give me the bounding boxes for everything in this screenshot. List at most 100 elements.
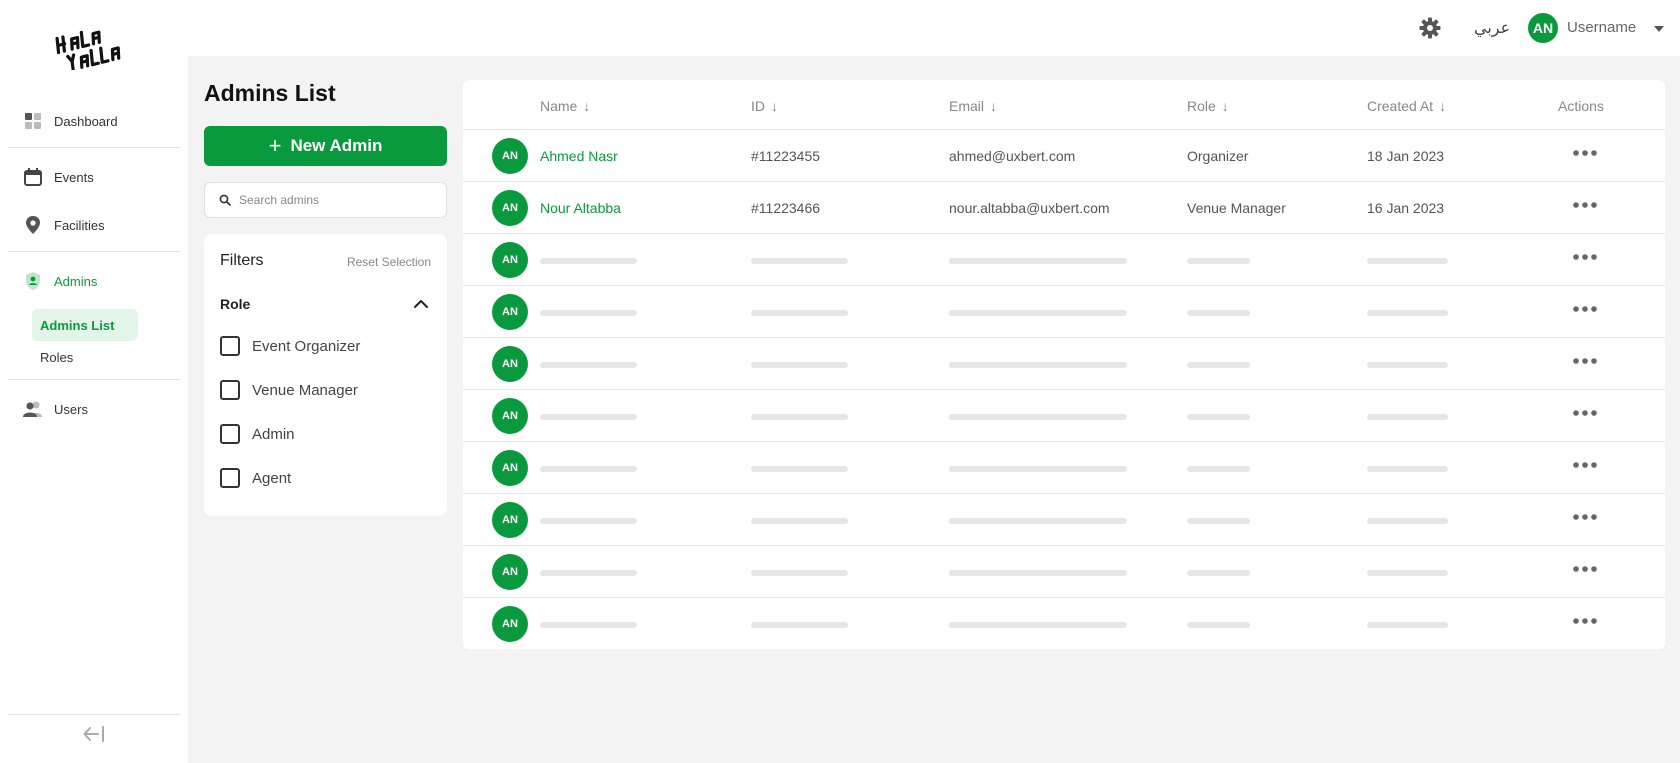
loading-placeholder xyxy=(1187,414,1250,420)
sidebar-item-users[interactable]: Users xyxy=(8,389,180,429)
hala-yalla-logo[interactable] xyxy=(52,22,134,70)
table-row[interactable]: AN xyxy=(463,597,1665,649)
loading-placeholder xyxy=(751,466,848,472)
more-options-icon[interactable] xyxy=(1571,562,1599,576)
avatar: AN xyxy=(492,242,528,278)
loading-placeholder xyxy=(1367,518,1448,524)
admin-email: nour.altabba@uxbert.com xyxy=(949,200,1110,216)
loading-placeholder xyxy=(751,570,848,576)
column-header-role[interactable]: Role ↓ xyxy=(1187,98,1229,114)
loading-placeholder xyxy=(949,622,1127,628)
chevron-down-icon[interactable] xyxy=(1654,26,1664,32)
filter-option-agent[interactable]: Agent xyxy=(220,468,291,488)
dashboard-icon xyxy=(22,110,44,132)
loading-placeholder xyxy=(540,570,637,576)
admins-table: Name ↓ ID ↓ Email ↓ Role ↓ Created At ↓ Actio… xyxy=(463,80,1665,649)
more-options-icon[interactable] xyxy=(1571,146,1599,160)
table-row[interactable]: AN xyxy=(463,389,1665,441)
sort-arrow-icon: ↓ xyxy=(583,98,591,114)
column-header-name[interactable]: Name ↓ xyxy=(540,98,590,114)
more-options-icon[interactable] xyxy=(1571,354,1599,368)
loading-placeholder xyxy=(1367,258,1448,264)
more-options-icon[interactable] xyxy=(1571,614,1599,628)
loading-placeholder xyxy=(1187,622,1250,628)
table-row[interactable]: AN xyxy=(463,441,1665,493)
more-options-icon[interactable] xyxy=(1571,510,1599,524)
plus-icon: + xyxy=(268,133,282,158)
table-row[interactable]: AN xyxy=(463,285,1665,337)
sidebar-item-facilities[interactable]: Facilities xyxy=(8,205,180,245)
checkbox[interactable] xyxy=(220,468,240,488)
language-switch[interactable]: عربي xyxy=(1474,18,1510,38)
sidebar-item-events[interactable]: Events xyxy=(8,157,180,197)
shield-user-icon xyxy=(22,270,44,292)
avatar[interactable]: AN xyxy=(1528,13,1558,43)
sidebar-item-label: Admins xyxy=(54,273,98,289)
checkbox[interactable] xyxy=(220,424,240,444)
filter-option-label: Admin xyxy=(252,425,295,443)
loading-placeholder xyxy=(751,622,848,628)
table-row[interactable]: AN xyxy=(463,493,1665,545)
loading-placeholder xyxy=(540,310,637,316)
page-title: Admins List xyxy=(204,80,336,106)
loading-placeholder xyxy=(751,258,848,264)
filters-title: Filters xyxy=(220,252,264,269)
calendar-icon xyxy=(22,166,44,188)
column-header-label: Actions xyxy=(1558,98,1604,114)
checkbox[interactable] xyxy=(220,380,240,400)
search-input[interactable] xyxy=(239,193,439,207)
loading-placeholder xyxy=(540,414,637,420)
loading-placeholder xyxy=(949,310,1127,316)
more-options-icon[interactable] xyxy=(1571,302,1599,316)
table-row[interactable]: AN Ahmed Nasr #11223455 ahmed@uxbert.com Org… xyxy=(463,129,1665,181)
loading-placeholder xyxy=(540,466,637,472)
loading-placeholder xyxy=(1367,414,1448,420)
column-header-actions: Actions xyxy=(1558,98,1604,114)
column-header-created-at[interactable]: Created At ↓ xyxy=(1367,98,1446,114)
avatar: AN xyxy=(492,398,528,434)
reset-selection-link[interactable]: Reset Selection xyxy=(347,255,431,269)
table-row[interactable]: AN xyxy=(463,337,1665,389)
loading-placeholder xyxy=(949,362,1127,368)
table-row[interactable]: AN xyxy=(463,233,1665,285)
checkbox[interactable] xyxy=(220,336,240,356)
more-options-icon[interactable] xyxy=(1571,198,1599,212)
chevron-up-icon[interactable] xyxy=(413,296,429,312)
filter-option-label: Venue Manager xyxy=(252,381,358,399)
column-header-label: Role xyxy=(1187,98,1216,114)
collapse-sidebar-icon[interactable] xyxy=(82,724,106,744)
avatar: AN xyxy=(492,138,528,174)
column-header-label: Email xyxy=(949,98,985,114)
filter-option-event-organizer[interactable]: Event Organizer xyxy=(220,336,360,356)
table-row[interactable]: AN xyxy=(463,545,1665,597)
admin-created-at: 18 Jan 2023 xyxy=(1367,148,1445,164)
divider xyxy=(8,147,180,148)
filter-option-admin[interactable]: Admin xyxy=(220,424,295,444)
admin-name-link[interactable]: Nour Altabba xyxy=(540,200,621,216)
sidebar-item-admins[interactable]: Admins xyxy=(8,261,180,301)
search-icon xyxy=(219,194,231,206)
username[interactable]: Username xyxy=(1567,19,1636,36)
loading-placeholder xyxy=(751,310,848,316)
filter-option-venue-manager[interactable]: Venue Manager xyxy=(220,380,358,400)
more-options-icon[interactable] xyxy=(1571,458,1599,472)
divider xyxy=(8,714,180,715)
loading-placeholder xyxy=(1187,518,1250,524)
filters-panel: Filters Reset Selection Role Event Organ… xyxy=(204,234,447,516)
column-header-email[interactable]: Email ↓ xyxy=(949,98,997,114)
sidebar-subitem-admins-list[interactable]: Admins List xyxy=(32,309,138,341)
admin-name-link[interactable]: Ahmed Nasr xyxy=(540,148,618,164)
loading-placeholder xyxy=(1367,570,1448,576)
sidebar-subitem-roles[interactable]: Roles xyxy=(32,341,81,373)
new-admin-button-label: New Admin xyxy=(290,136,383,155)
more-options-icon[interactable] xyxy=(1571,250,1599,264)
gear-icon[interactable] xyxy=(1419,17,1441,39)
new-admin-button[interactable]: + New Admin xyxy=(204,126,447,166)
column-header-label: Name xyxy=(540,98,578,114)
more-options-icon[interactable] xyxy=(1571,406,1599,420)
role-filter-label: Role xyxy=(220,296,251,312)
column-header-id[interactable]: ID ↓ xyxy=(751,98,778,114)
table-row[interactable]: AN Nour Altabba #11223466 nour.altabba@uxbe… xyxy=(463,181,1665,233)
top-bar xyxy=(188,0,1680,56)
sidebar-item-dashboard[interactable]: Dashboard xyxy=(8,101,180,141)
